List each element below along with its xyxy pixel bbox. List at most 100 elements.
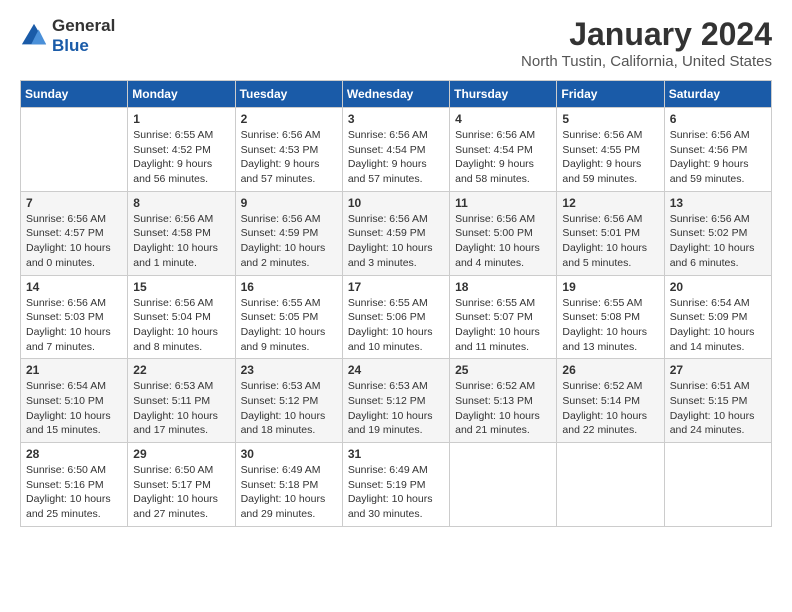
day-info: Sunrise: 6:53 AM Sunset: 5:12 PM Dayligh… <box>241 379 337 438</box>
day-number: 9 <box>241 196 337 210</box>
day-number: 2 <box>241 112 337 126</box>
calendar-cell <box>557 443 664 527</box>
day-number: 17 <box>348 280 444 294</box>
day-number: 22 <box>133 363 229 377</box>
calendar-cell: 6Sunrise: 6:56 AM Sunset: 4:56 PM Daylig… <box>664 108 771 192</box>
calendar-day-header: Saturday <box>664 81 771 108</box>
calendar-cell: 16 Sunrise: 6:55 AM Sunset: 5:05 PM Dayli… <box>235 275 342 359</box>
day-number: 30 <box>241 447 337 461</box>
day-info: Sunrise: 6:56 AM Sunset: 4:59 PM Dayligh… <box>241 212 337 271</box>
day-info: Sunrise: 6:56 AM Sunset: 5:03 PM Dayligh… <box>26 296 122 355</box>
calendar-week-row: 14 Sunrise: 6:56 AM Sunset: 5:03 PM Dayli… <box>21 275 772 359</box>
day-number: 15 <box>133 280 229 294</box>
day-info: Sunrise: 6:56 AM Sunset: 4:53 PM Dayligh… <box>241 128 337 187</box>
calendar-day-header: Tuesday <box>235 81 342 108</box>
calendar-week-row: 7 Sunrise: 6:56 AM Sunset: 4:57 PM Daylig… <box>21 191 772 275</box>
logo-general: General <box>52 16 115 35</box>
calendar-cell: 15 Sunrise: 6:56 AM Sunset: 5:04 PM Dayli… <box>128 275 235 359</box>
day-info: Sunrise: 6:55 AM Sunset: 4:52 PM Dayligh… <box>133 128 229 187</box>
day-number: 7 <box>26 196 122 210</box>
calendar-cell: 7 Sunrise: 6:56 AM Sunset: 4:57 PM Daylig… <box>21 191 128 275</box>
logo-icon <box>20 22 48 50</box>
day-number: 11 <box>455 196 551 210</box>
day-number: 3 <box>348 112 444 126</box>
day-info: Sunrise: 6:56 AM Sunset: 4:54 PM Dayligh… <box>455 128 551 187</box>
calendar-cell <box>21 108 128 192</box>
calendar-day-header: Monday <box>128 81 235 108</box>
calendar-cell: 5 Sunrise: 6:56 AM Sunset: 4:55 PM Daylig… <box>557 108 664 192</box>
day-info: Sunrise: 6:56 AM Sunset: 4:54 PM Dayligh… <box>348 128 444 187</box>
day-number: 29 <box>133 447 229 461</box>
day-info: Sunrise: 6:56 AM Sunset: 5:04 PM Dayligh… <box>133 296 229 355</box>
calendar-cell: 28 Sunrise: 6:50 AM Sunset: 5:16 PM Dayli… <box>21 443 128 527</box>
day-number: 20 <box>670 280 766 294</box>
calendar-cell: 17 Sunrise: 6:55 AM Sunset: 5:06 PM Dayli… <box>342 275 449 359</box>
day-info: Sunrise: 6:56 AM Sunset: 5:01 PM Dayligh… <box>562 212 658 271</box>
day-number: 8 <box>133 196 229 210</box>
day-info: Sunrise: 6:55 AM Sunset: 5:08 PM Dayligh… <box>562 296 658 355</box>
calendar-day-header: Wednesday <box>342 81 449 108</box>
subtitle: North Tustin, California, United States <box>521 53 772 70</box>
calendar-week-row: 1 Sunrise: 6:55 AM Sunset: 4:52 PM Daylig… <box>21 108 772 192</box>
day-number: 31 <box>348 447 444 461</box>
day-number: 1 <box>133 112 229 126</box>
day-number: 25 <box>455 363 551 377</box>
calendar-cell: 22Sunrise: 6:53 AM Sunset: 5:11 PM Dayli… <box>128 359 235 443</box>
day-number: 5 <box>562 112 658 126</box>
day-number: 10 <box>348 196 444 210</box>
calendar-cell: 29Sunrise: 6:50 AM Sunset: 5:17 PM Dayli… <box>128 443 235 527</box>
calendar-cell <box>664 443 771 527</box>
calendar-cell: 19 Sunrise: 6:55 AM Sunset: 5:08 PM Dayli… <box>557 275 664 359</box>
calendar-cell: 18Sunrise: 6:55 AM Sunset: 5:07 PM Dayli… <box>450 275 557 359</box>
day-info: Sunrise: 6:49 AM Sunset: 5:18 PM Dayligh… <box>241 463 337 522</box>
calendar-cell: 10 Sunrise: 6:56 AM Sunset: 4:59 PM Dayli… <box>342 191 449 275</box>
calendar-day-header: Friday <box>557 81 664 108</box>
calendar-cell: 31Sunrise: 6:49 AM Sunset: 5:19 PM Dayli… <box>342 443 449 527</box>
calendar-week-row: 21 Sunrise: 6:54 AM Sunset: 5:10 PM Dayli… <box>21 359 772 443</box>
day-info: Sunrise: 6:55 AM Sunset: 5:06 PM Dayligh… <box>348 296 444 355</box>
calendar-week-row: 28 Sunrise: 6:50 AM Sunset: 5:16 PM Dayli… <box>21 443 772 527</box>
calendar-cell: 9 Sunrise: 6:56 AM Sunset: 4:59 PM Daylig… <box>235 191 342 275</box>
day-info: Sunrise: 6:50 AM Sunset: 5:16 PM Dayligh… <box>26 463 122 522</box>
calendar-cell: 14 Sunrise: 6:56 AM Sunset: 5:03 PM Dayli… <box>21 275 128 359</box>
calendar-day-header: Thursday <box>450 81 557 108</box>
day-info: Sunrise: 6:54 AM Sunset: 5:10 PM Dayligh… <box>26 379 122 438</box>
calendar-cell: 21 Sunrise: 6:54 AM Sunset: 5:10 PM Dayli… <box>21 359 128 443</box>
calendar-cell: 11Sunrise: 6:56 AM Sunset: 5:00 PM Dayli… <box>450 191 557 275</box>
day-info: Sunrise: 6:54 AM Sunset: 5:09 PM Dayligh… <box>670 296 766 355</box>
calendar-cell: 25Sunrise: 6:52 AM Sunset: 5:13 PM Dayli… <box>450 359 557 443</box>
day-number: 19 <box>562 280 658 294</box>
day-number: 12 <box>562 196 658 210</box>
calendar-cell: 20 Sunrise: 6:54 AM Sunset: 5:09 PM Dayli… <box>664 275 771 359</box>
day-number: 13 <box>670 196 766 210</box>
calendar-cell: 1 Sunrise: 6:55 AM Sunset: 4:52 PM Daylig… <box>128 108 235 192</box>
calendar-cell: 3 Sunrise: 6:56 AM Sunset: 4:54 PM Daylig… <box>342 108 449 192</box>
calendar-cell: 24Sunrise: 6:53 AM Sunset: 5:12 PM Dayli… <box>342 359 449 443</box>
day-number: 6 <box>670 112 766 126</box>
calendar-cell: 27 Sunrise: 6:51 AM Sunset: 5:15 PM Dayli… <box>664 359 771 443</box>
title-area: January 2024 North Tustin, California, U… <box>521 16 772 70</box>
calendar-cell: 23 Sunrise: 6:53 AM Sunset: 5:12 PM Dayli… <box>235 359 342 443</box>
day-info: Sunrise: 6:56 AM Sunset: 5:02 PM Dayligh… <box>670 212 766 271</box>
day-info: Sunrise: 6:55 AM Sunset: 5:07 PM Dayligh… <box>455 296 551 355</box>
day-info: Sunrise: 6:52 AM Sunset: 5:14 PM Dayligh… <box>562 379 658 438</box>
page-header: General Blue January 2024 North Tustin, … <box>20 16 772 70</box>
day-number: 28 <box>26 447 122 461</box>
day-info: Sunrise: 6:56 AM Sunset: 4:59 PM Dayligh… <box>348 212 444 271</box>
day-info: Sunrise: 6:56 AM Sunset: 4:57 PM Dayligh… <box>26 212 122 271</box>
calendar-cell: 12 Sunrise: 6:56 AM Sunset: 5:01 PM Dayli… <box>557 191 664 275</box>
day-info: Sunrise: 6:55 AM Sunset: 5:05 PM Dayligh… <box>241 296 337 355</box>
day-info: Sunrise: 6:51 AM Sunset: 5:15 PM Dayligh… <box>670 379 766 438</box>
logo: General Blue <box>20 16 115 56</box>
calendar-table: SundayMondayTuesdayWednesdayThursdayFrid… <box>20 80 772 527</box>
day-number: 27 <box>670 363 766 377</box>
calendar-cell: 2 Sunrise: 6:56 AM Sunset: 4:53 PM Daylig… <box>235 108 342 192</box>
calendar-cell: 8Sunrise: 6:56 AM Sunset: 4:58 PM Daylig… <box>128 191 235 275</box>
day-number: 14 <box>26 280 122 294</box>
day-info: Sunrise: 6:56 AM Sunset: 4:55 PM Dayligh… <box>562 128 658 187</box>
main-title: January 2024 <box>521 16 772 53</box>
day-number: 16 <box>241 280 337 294</box>
day-number: 23 <box>241 363 337 377</box>
calendar-header-row: SundayMondayTuesdayWednesdayThursdayFrid… <box>21 81 772 108</box>
day-number: 21 <box>26 363 122 377</box>
